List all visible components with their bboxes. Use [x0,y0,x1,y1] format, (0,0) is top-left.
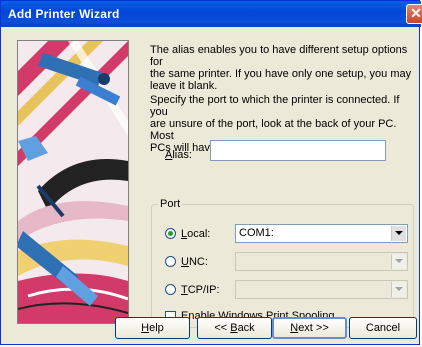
chevron-down-icon [395,287,403,291]
tcpip-radio[interactable] [165,284,176,295]
help-button-text: elp [149,322,164,334]
alias-input[interactable] [210,140,386,161]
back-button-text: ack [237,322,255,334]
alias-label-text: lias: [172,149,192,161]
unc-label[interactable]: UNC: [181,256,208,268]
local-radio[interactable] [165,228,176,239]
cancel-button[interactable]: Cancel [349,317,417,339]
unc-port-select [235,252,408,271]
chevron-down-icon [395,259,403,263]
alias-description-line: the same printer. If you have only one s… [150,68,412,80]
port-group-label: Port [158,198,183,210]
printer-cable-illustration-icon [18,41,128,323]
local-port-select[interactable]: COM1: [235,224,408,243]
back-button[interactable]: << Back [197,317,272,339]
unc-dropdown-button [391,254,406,269]
alias-description-line: leave it blank. [150,80,218,92]
wizard-window: Add Printer Wizard ✕ The alias enables y… [0,0,422,345]
local-dropdown-button[interactable] [391,226,406,241]
wizard-artwork [17,40,129,324]
local-label[interactable]: Local: [181,228,210,240]
close-button[interactable]: ✕ [406,4,422,24]
tcpip-label-text: CP/IP: [187,284,220,296]
tcpip-label[interactable]: TCP/IP: [181,284,220,296]
next-button-text: ext >> [298,322,329,334]
wizard-body: The alias enables you to have different … [4,27,418,343]
next-button-mnemonic: N [290,322,299,334]
local-label-text: ocal: [187,228,211,240]
alias-description: The alias enables you to have different … [150,44,418,92]
port-description-line: Specify the port to which the printer is… [150,94,400,118]
unc-radio[interactable] [165,256,176,267]
help-button-mnemonic: H [141,322,150,334]
unc-label-text: NC: [188,256,208,268]
back-button-prefix: << [214,322,231,334]
next-button[interactable]: Next >> [272,317,347,339]
chevron-down-icon [395,231,403,235]
tcpip-label-mnemonic: T [181,284,188,296]
tcpip-dropdown-button [391,282,406,297]
port-description-line: are unsure of the port, look at the back… [150,118,397,142]
unc-label-mnemonic: U [181,256,189,268]
radio-selected-dot [168,231,173,236]
alias-description-line: The alias enables you to have different … [150,44,408,68]
close-icon: ✕ [410,5,422,21]
title-bar[interactable]: Add Printer Wizard ✕ [1,1,422,27]
local-port-value: COM1: [239,227,274,239]
help-button[interactable]: Help [115,317,190,339]
tcpip-port-select [235,280,408,299]
window-title: Add Printer Wizard [8,7,120,21]
alias-label: Alias: [165,149,192,161]
back-button-mnemonic: B [230,322,238,334]
